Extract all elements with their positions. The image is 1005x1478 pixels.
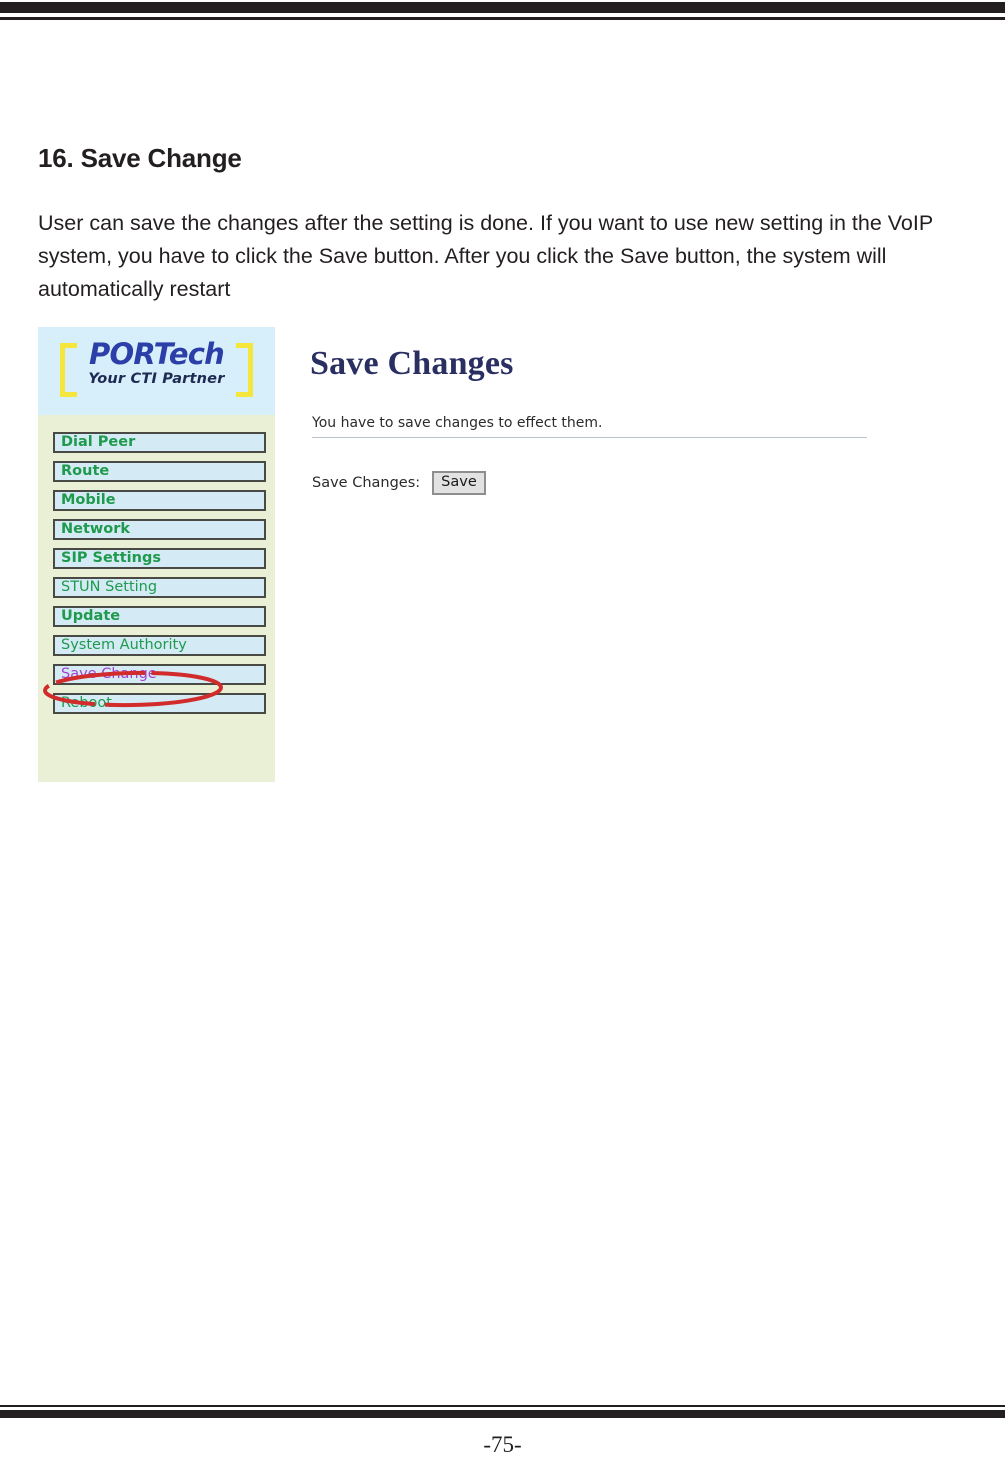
app-logo: PORTech Your CTI Partner [38,340,275,387]
app-note-text: You have to save changes to effect them. [312,415,603,431]
embedded-app-screenshot: PORTech Your CTI Partner Dial Peer Route… [38,327,878,787]
page-title: 16. Save Change [38,143,242,174]
page-top-thin-rule [0,17,1005,20]
app-main-pane: Save Changes You have to save changes to… [300,327,878,527]
sidebar-item-dial-peer[interactable]: Dial Peer [53,432,266,453]
sidebar-item-mobile[interactable]: Mobile [53,490,266,511]
app-sidebar: PORTech Your CTI Partner Dial Peer Route… [38,327,275,782]
logo-tagline: Your CTI Partner [88,371,225,387]
page-top-thick-rule [0,2,1005,13]
sidebar-item-sip-settings[interactable]: SIP Settings [53,548,266,569]
sidebar-item-network[interactable]: Network [53,519,266,540]
sidebar-item-route[interactable]: Route [53,461,266,482]
app-divider [312,437,867,438]
save-changes-row: Save Changes: Save [312,471,486,495]
save-changes-label: Save Changes: [312,475,421,491]
sidebar-item-system-authority[interactable]: System Authority [53,635,266,656]
sidebar-item-stun-setting[interactable]: STUN Setting [53,577,266,598]
page-body-text: User can save the changes after the sett… [38,210,933,301]
logo-wordmark: PORTech [89,337,225,371]
page-bottom-thin-rule [0,1405,1005,1407]
page-bottom-thick-rule [0,1410,1005,1418]
save-button[interactable]: Save [432,471,486,495]
sidebar-item-reboot[interactable]: Reboot [53,693,266,714]
app-page-heading: Save Changes [310,345,514,382]
sidebar-item-update[interactable]: Update [53,606,266,627]
app-sidebar-menu: Dial Peer Route Mobile Network SIP Setti… [53,432,266,722]
page-number: -75- [483,1432,522,1457]
sidebar-item-save-change[interactable]: Save Change [53,664,266,685]
app-logo-band: PORTech Your CTI Partner [38,327,275,415]
